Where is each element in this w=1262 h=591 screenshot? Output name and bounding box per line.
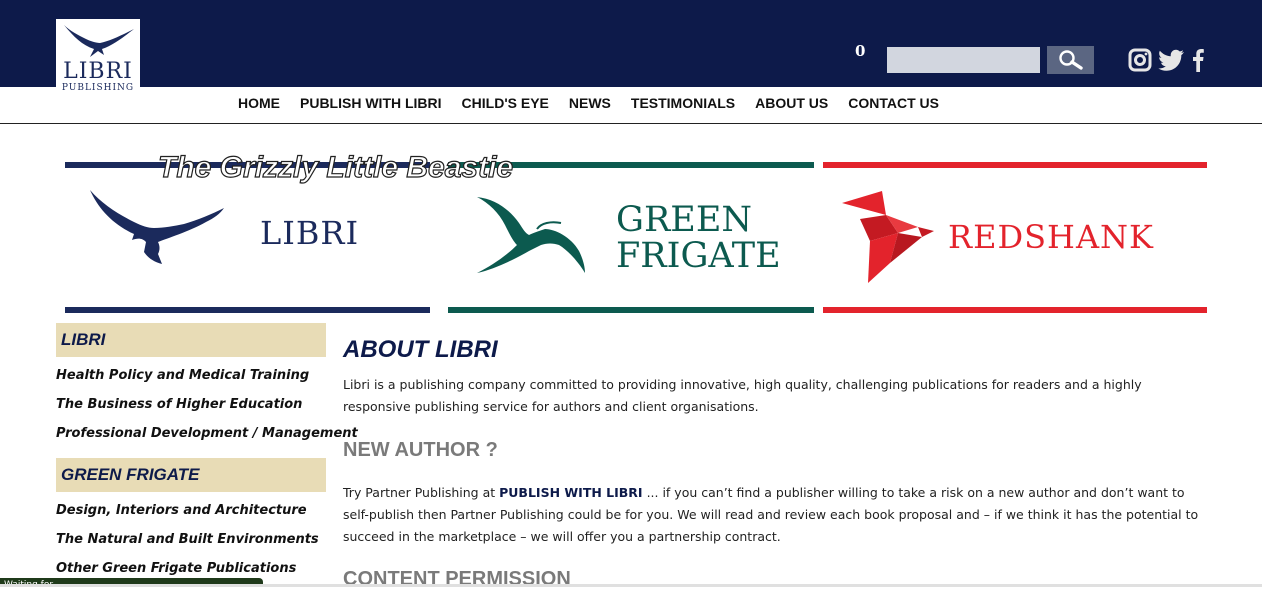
sidebar-link-professional-development[interactable]: Professional Development / Management: [56, 426, 358, 441]
sidebar-link-other-green-frigate[interactable]: Other Green Frigate Publications: [56, 561, 296, 576]
green-frigate-brand-line2: FRIGATE: [616, 236, 781, 276]
publish-with-libri-link[interactable]: PUBLISH WITH LIBRI: [499, 485, 642, 500]
content-permission-heading: CONTENT PERMISSION: [343, 568, 571, 590]
instagram-icon[interactable]: [1126, 46, 1153, 74]
main-nav: HOME PUBLISH WITH LIBRI CHILD'S EYE NEWS…: [238, 95, 959, 111]
new-author-heading: NEW AUTHOR ?: [343, 439, 498, 461]
nav-publish-with-libri[interactable]: PUBLISH WITH LIBRI: [300, 95, 442, 111]
sidebar-link-higher-education[interactable]: The Business of Higher Education: [56, 397, 302, 412]
sidebar-link-health-policy[interactable]: Health Policy and Medical Training: [56, 368, 309, 383]
libri-brand-name: LIBRI: [260, 214, 360, 252]
search-icon: [1058, 50, 1083, 70]
redshank-bird-icon: [842, 191, 934, 283]
nav-news[interactable]: NEWS: [569, 95, 611, 111]
nav-contact-us[interactable]: CONTACT US: [848, 95, 939, 111]
libri-bottom-bar: [65, 307, 430, 313]
logo-subtitle: PUBLISHING: [61, 83, 135, 93]
banner-title: The Grizzly Little Beastie: [157, 150, 514, 184]
nav-about-us[interactable]: ABOUT US: [755, 95, 828, 111]
new-author-paragraph: Try Partner Publishing at PUBLISH WITH L…: [343, 482, 1211, 548]
green-frigate-brand-line1: GREEN: [616, 200, 753, 240]
search-button[interactable]: [1047, 46, 1094, 74]
sidebar-heading-libri: LIBRI: [56, 323, 326, 357]
libri-logo[interactable]: LIBRI PUBLISHING: [56, 19, 140, 101]
nav-testimonials[interactable]: TESTIMONIALS: [631, 95, 735, 111]
sidebar-link-design-interiors[interactable]: Design, Interiors and Architecture: [56, 503, 307, 518]
nav-divider: [0, 123, 1262, 124]
twitter-icon[interactable]: [1157, 46, 1186, 74]
sidebar-heading-green-frigate: GREEN FRIGATE: [56, 458, 326, 492]
intro-paragraph: Libri is a publishing company committed …: [343, 377, 1142, 414]
nav-home[interactable]: HOME: [238, 95, 280, 111]
redshank-bottom-bar: [823, 307, 1207, 313]
logo-word: LIBRI: [63, 59, 133, 84]
sidebar-link-natural-built[interactable]: The Natural and Built Environments: [56, 532, 319, 547]
new-author-text-pre: Try Partner Publishing at: [343, 485, 500, 500]
nav-childs-eye[interactable]: CHILD'S EYE: [462, 95, 549, 111]
redshank-top-bar: [823, 162, 1207, 168]
cart-count[interactable]: 0: [855, 42, 865, 60]
page-title: ABOUT LIBRI: [343, 336, 498, 363]
green-frigate-bottom-bar: [448, 307, 814, 313]
search-input[interactable]: [887, 47, 1040, 73]
eagle-icon: [90, 190, 224, 264]
redshank-brand-name: REDSHANK: [948, 218, 1154, 256]
facebook-icon[interactable]: [1190, 46, 1206, 74]
frigate-bird-icon: [477, 197, 585, 273]
